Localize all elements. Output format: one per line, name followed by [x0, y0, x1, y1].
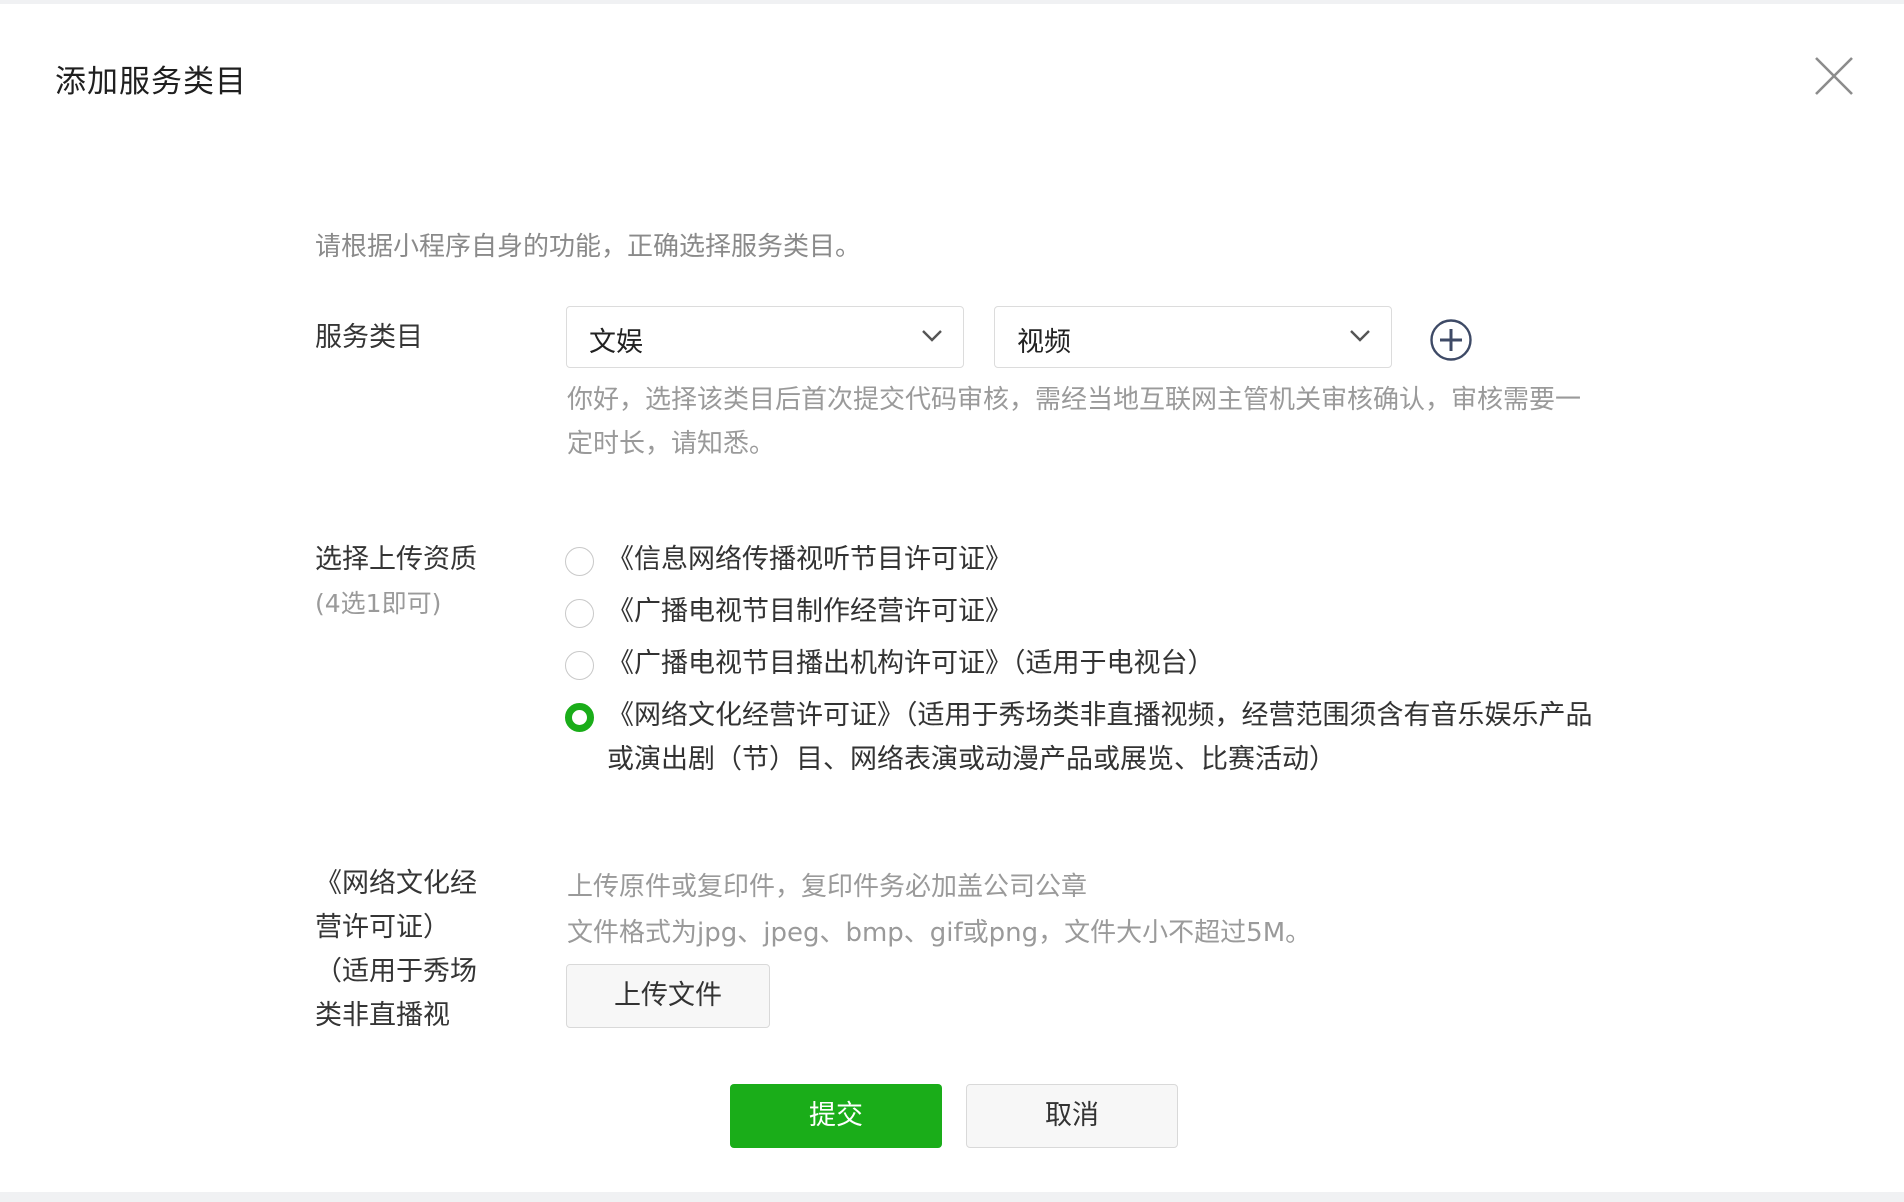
chevron-down-icon [922, 330, 942, 342]
qualification-option-text: 《广播电视节目制作经营许可证》 [607, 596, 1012, 627]
primary-category-value: 文娱 [589, 327, 643, 358]
intro-text: 请根据小程序自身的功能，正确选择服务类目。 [315, 232, 862, 262]
category-label: 服务类目 [315, 322, 423, 353]
qualification-option-2[interactable]: 《广播电视节目制作经营许可证》 [565, 590, 1595, 634]
upload-file-button[interactable]: 上传文件 [566, 964, 770, 1028]
submit-button[interactable]: 提交 [730, 1084, 942, 1148]
upload-label-line: 《网络文化经 [315, 868, 477, 899]
secondary-category-select[interactable]: 视频 [994, 306, 1392, 368]
qualification-option-text: 《信息网络传播视听节目许可证》 [607, 544, 1012, 575]
qualification-option-3[interactable]: 《广播电视节目播出机构许可证》（适用于电视台） [565, 642, 1595, 686]
upload-hint-line: 文件格式为jpg、jpeg、bmp、gif或png，文件大小不超过5M。 [567, 918, 1312, 948]
primary-category-select[interactable]: 文娱 [566, 306, 964, 368]
upload-label: 《网络文化经 营许可证） （适用于秀场 类非直播视 [315, 862, 477, 1038]
radio-unchecked-icon [565, 599, 594, 628]
plus-circle-icon [1430, 319, 1472, 361]
close-icon [1815, 57, 1853, 95]
radio-checked-icon [565, 703, 594, 732]
upload-label-line: 营许可证） [315, 912, 450, 943]
qualification-sublabel: (4选1即可) [315, 589, 442, 618]
category-notice: 你好，选择该类目后首次提交代码审核，需经当地互联网主管机关审核确认，审核需要一定… [567, 385, 1582, 459]
chevron-down-icon [1350, 330, 1370, 342]
upload-hint-line: 上传原件或复印件，复印件务必加盖公司公章 [567, 872, 1088, 902]
qualification-option-text: 《广播电视节目播出机构许可证》（适用于电视台） [607, 648, 1215, 679]
radio-unchecked-icon [565, 651, 594, 680]
upload-label-line: （适用于秀场 [315, 956, 477, 987]
secondary-category-value: 视频 [1017, 327, 1071, 358]
close-button[interactable] [1812, 54, 1856, 98]
add-category-button[interactable] [1429, 318, 1473, 362]
qualification-option-4[interactable]: 《网络文化经营许可证》（适用于秀场类非直播视频，经营范围须含有音乐娱乐产品或演出… [565, 694, 1595, 782]
qualification-label-text: 选择上传资质 [315, 544, 477, 575]
qualification-option-text: 《网络文化经营许可证》（适用于秀场类非直播视频，经营范围须含有音乐娱乐产品或演出… [607, 700, 1593, 775]
upload-hint: 上传原件或复印件，复印件务必加盖公司公章 文件格式为jpg、jpeg、bmp、g… [567, 864, 1311, 956]
qualification-label: 选择上传资质 (4选1即可) [315, 538, 477, 626]
qualification-option-1[interactable]: 《信息网络传播视听节目许可证》 [565, 538, 1595, 582]
cancel-button[interactable]: 取消 [966, 1084, 1178, 1148]
dialog-title: 添加服务类目 [55, 64, 247, 100]
radio-unchecked-icon [565, 547, 594, 576]
upload-label-line: 类非直播视 [315, 1000, 450, 1031]
add-service-category-dialog: 添加服务类目 请根据小程序自身的功能，正确选择服务类目。 服务类目 文娱 视频 … [0, 4, 1904, 1192]
